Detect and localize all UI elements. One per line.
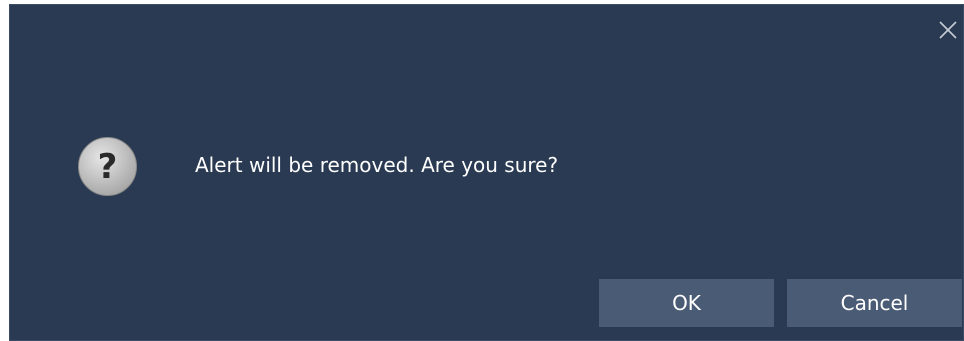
question-icon: ?: [77, 136, 138, 197]
close-icon[interactable]: [937, 19, 959, 41]
close-button[interactable]: [937, 19, 959, 41]
svg-text:?: ?: [98, 147, 118, 187]
dialog-message: Alert will be removed. Are you sure?: [195, 153, 559, 177]
ok-button[interactable]: OK: [599, 279, 774, 327]
confirm-dialog: ? Alert will be removed. Are you sure? O…: [9, 4, 964, 341]
cancel-button[interactable]: Cancel: [787, 279, 962, 327]
